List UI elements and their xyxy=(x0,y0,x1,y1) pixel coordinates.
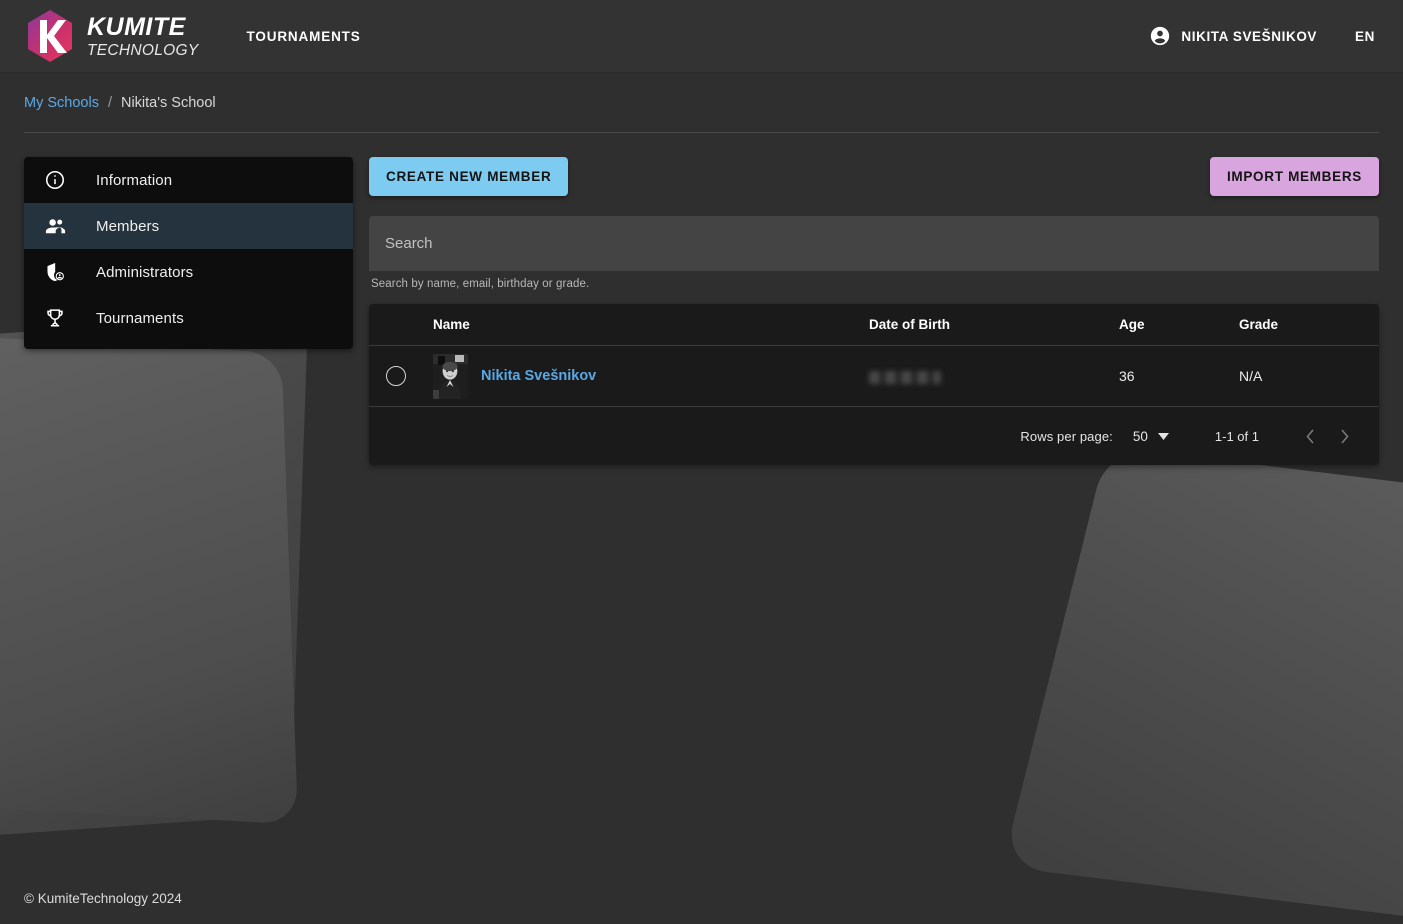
create-new-member-button[interactable]: CREATE NEW MEMBER xyxy=(369,157,568,196)
brand-name-primary: KUMITE xyxy=(87,15,199,40)
members-toolbar: CREATE NEW MEMBER IMPORT MEMBERS xyxy=(369,157,1379,196)
sidebar-label-administrators: Administrators xyxy=(96,264,193,281)
breadcrumb-current-school: Nikita's School xyxy=(121,95,216,111)
sidebar-item-administrators[interactable]: Administrators xyxy=(24,249,353,295)
members-table-head: Name Date of Birth Age Grade xyxy=(369,304,1379,346)
copyright-label: © KumiteTechnology 2024 xyxy=(24,891,182,906)
date-of-birth-redacted xyxy=(869,371,941,384)
chevron-left-icon xyxy=(1305,428,1316,445)
sidebar-item-information[interactable]: Information xyxy=(24,157,353,203)
rows-per-page-label: Rows per page: xyxy=(1020,429,1112,444)
search-input[interactable] xyxy=(369,216,1379,271)
sidebar-label-tournaments: Tournaments xyxy=(96,310,184,327)
brand-logo[interactable]: KUMITE TECHNOLOGY xyxy=(24,8,199,64)
breadcrumb-separator: / xyxy=(108,95,112,111)
pagination-previous-button[interactable] xyxy=(1293,419,1327,453)
table-header-row: Name Date of Birth Age Grade xyxy=(369,304,1379,346)
avatar xyxy=(433,354,468,399)
sidebar-label-information: Information xyxy=(96,172,172,189)
members-table: Name Date of Birth Age Grade xyxy=(369,304,1379,407)
header-name[interactable]: Name xyxy=(433,304,869,346)
app-header: KUMITE TECHNOLOGY TOURNAMENTS NIKITA SVE… xyxy=(0,0,1403,73)
members-table-body: Nikita Svešnikov 36 N/A xyxy=(369,346,1379,407)
table-pagination: Rows per page: 50 1-1 of 1 xyxy=(369,407,1379,465)
breadcrumb-my-schools[interactable]: My Schools xyxy=(24,95,99,111)
sidebar-label-members: Members xyxy=(96,218,159,235)
background-polygon-right xyxy=(1002,446,1403,924)
sidebar-item-tournaments[interactable]: Tournaments xyxy=(24,295,353,341)
header-select xyxy=(369,304,433,346)
header-grade[interactable]: Grade xyxy=(1239,304,1379,346)
account-name-label: NIKITA SVEŠNIKOV xyxy=(1181,29,1317,44)
page-footer: © KumiteTechnology 2024 xyxy=(0,891,1403,924)
pagination-next-button[interactable] xyxy=(1327,419,1361,453)
rows-per-page-select[interactable]: 50 xyxy=(1131,425,1171,448)
row-age-cell: 36 xyxy=(1119,346,1239,407)
chevron-down-icon xyxy=(1158,433,1169,440)
row-grade-cell: N/A xyxy=(1239,346,1379,407)
import-members-button[interactable]: IMPORT MEMBERS xyxy=(1210,157,1379,196)
brand-wordmark: KUMITE TECHNOLOGY xyxy=(87,13,199,59)
people-icon xyxy=(42,213,68,239)
row-date-of-birth-cell xyxy=(869,346,1119,407)
member-portrait-photo-icon xyxy=(433,354,468,399)
header-age[interactable]: Age xyxy=(1119,304,1239,346)
pagination-range-label: 1-1 of 1 xyxy=(1215,429,1259,444)
table-row[interactable]: Nikita Svešnikov 36 N/A xyxy=(369,346,1379,407)
header-right-cluster: NIKITA SVEŠNIKOV EN xyxy=(1149,23,1379,50)
info-circle-icon xyxy=(42,167,68,193)
breadcrumb: My Schools / Nikita's School xyxy=(24,95,1379,133)
row-radio-button[interactable] xyxy=(386,366,406,386)
members-panel: CREATE NEW MEMBER IMPORT MEMBERS Search … xyxy=(369,157,1379,465)
account-circle-icon xyxy=(1149,25,1171,47)
language-selector[interactable]: EN xyxy=(1351,23,1379,50)
rows-per-page-value: 50 xyxy=(1133,429,1148,444)
brand-name-secondary: TECHNOLOGY xyxy=(87,43,199,59)
trophy-icon xyxy=(42,305,68,331)
main-navigation: TOURNAMENTS xyxy=(239,0,369,72)
chevron-right-icon xyxy=(1339,428,1350,445)
nav-item-tournaments[interactable]: TOURNAMENTS xyxy=(239,21,369,52)
kumite-hexagon-logo-icon xyxy=(24,8,76,64)
account-menu[interactable]: NIKITA SVEŠNIKOV xyxy=(1149,25,1317,47)
search-helper-text: Search by name, email, birthday or grade… xyxy=(371,278,1379,290)
sidebar-item-members[interactable]: Members xyxy=(24,203,353,249)
member-name-link[interactable]: Nikita Svešnikov xyxy=(481,368,596,384)
row-select-cell xyxy=(369,346,433,407)
shield-person-icon xyxy=(42,259,68,285)
header-date-of-birth[interactable]: Date of Birth xyxy=(869,304,1119,346)
members-table-card: Name Date of Birth Age Grade xyxy=(369,304,1379,465)
row-name-cell: Nikita Svešnikov xyxy=(433,346,869,407)
breadcrumb-container: My Schools / Nikita's School xyxy=(0,73,1403,133)
school-sidebar: Information Members xyxy=(24,157,353,349)
page-body: Information Members xyxy=(0,133,1403,465)
